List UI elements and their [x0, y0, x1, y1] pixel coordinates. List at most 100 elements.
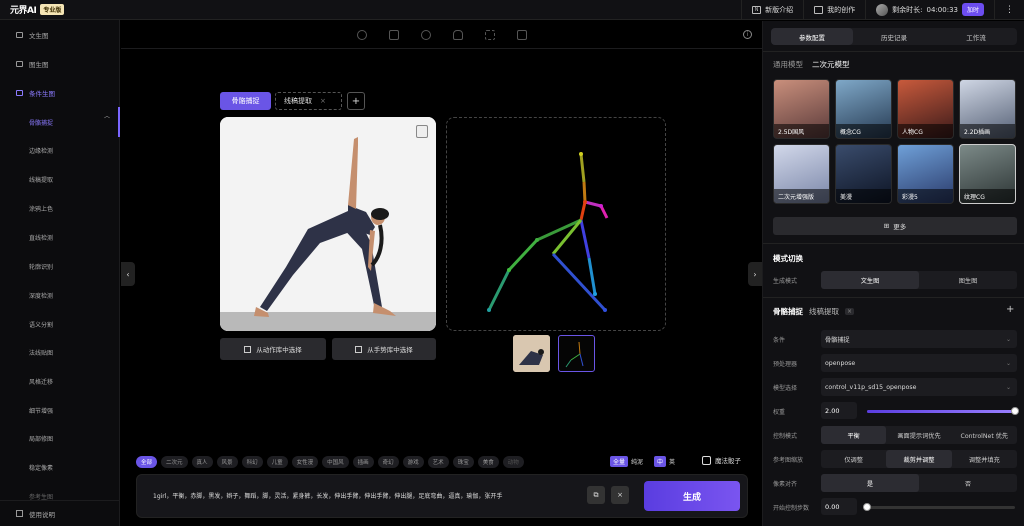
prompt-input[interactable]: 1girl，平衡，赤脚，黑发，辫子，舞蹈，脚，灵活，紧身裤，长发，伸出手臂，伸出… [153, 491, 573, 500]
select-gesture-lib-button[interactable]: 从手势库中选择 [332, 338, 436, 360]
tag-chip[interactable]: 游戏 [402, 456, 424, 468]
sidebar-sub-style[interactable]: 风格迁移 [29, 377, 53, 386]
tab-params[interactable]: 参数配置 [771, 28, 853, 45]
more-menu-icon[interactable]: ⋮ [994, 0, 1024, 20]
tag-chip[interactable]: 中国风 [322, 456, 349, 468]
generate-button[interactable]: 生成 [644, 481, 740, 511]
sidebar-sub-inpaint[interactable]: 局部修图 [29, 434, 53, 443]
thumbnail-skeleton[interactable] [558, 335, 595, 372]
logo[interactable]: 元界AI 专业版 [10, 0, 65, 20]
export-icon[interactable] [516, 29, 527, 40]
tag-chip[interactable]: 风景 [216, 456, 238, 468]
resize-crop[interactable]: 裁剪并调整 [886, 450, 952, 468]
sidebar-item-img2img[interactable]: 图生图 [0, 54, 120, 74]
sidebar-sub-detail[interactable]: 细节增强 [29, 406, 53, 415]
tag-chip[interactable]: 插画 [352, 456, 374, 468]
sidebar-sub-edge[interactable]: 边缘检测 [29, 146, 53, 155]
hand-icon[interactable] [452, 29, 463, 40]
thumbnail-photo[interactable] [513, 335, 550, 372]
sidebar-item-txt2img[interactable]: 文生图 [0, 25, 120, 45]
collapse-right-button[interactable]: › [748, 262, 762, 286]
model-card[interactable]: 2.5D国风 [773, 79, 830, 139]
tag-chip[interactable]: 美食 [477, 456, 499, 468]
sidebar-sub-normal[interactable]: 法线贴图 [29, 348, 53, 357]
magic-dice-button[interactable]: 魔法骰子 [702, 455, 741, 465]
add-tab-button[interactable]: + [347, 92, 365, 110]
tab-pose[interactable]: 骨骼捕捉 [220, 92, 271, 110]
tag-chip[interactable]: 真人 [191, 456, 213, 468]
my-works-button[interactable]: 我的创作 [803, 0, 865, 20]
sidebar-sub-lineart[interactable]: 线稿提取 [29, 175, 53, 184]
fullscreen-icon[interactable] [484, 29, 495, 40]
en-toggle[interactable]: 英 [669, 457, 675, 466]
model-select[interactable]: control_v11p_sd15_openpose ⌄ [821, 378, 1017, 396]
weight-input[interactable]: 2.00 [821, 402, 857, 419]
trash-icon[interactable] [416, 125, 428, 138]
mode-img2img[interactable]: 图生图 [919, 271, 1017, 289]
sidebar-sub-scribble[interactable]: 涂鸦上色 [29, 204, 53, 213]
model-card[interactable]: 概念CG [835, 79, 892, 139]
sidebar-sub-pixel[interactable]: 稳定像素 [29, 463, 53, 472]
cn-tab-pose[interactable]: 骨骼捕捉 [773, 306, 803, 317]
zh-toggle[interactable]: 中 [654, 456, 667, 467]
cn-tab-lineart[interactable]: 线稿提取 [809, 306, 839, 317]
cloud-icon[interactable] [356, 29, 367, 40]
sidebar-sub-mlsd[interactable]: 直线检测 [29, 233, 53, 242]
tab-history[interactable]: 历史记录 [853, 28, 935, 45]
clear-icon[interactable]: × [611, 486, 629, 504]
copy-icon[interactable]: ⧉ [587, 486, 605, 504]
start-step-slider[interactable] [863, 503, 1015, 511]
model-card[interactable]: 美漫 [835, 144, 892, 204]
sidebar-item-condition[interactable]: 条件生图 [0, 83, 120, 103]
intro-button[interactable]: N 新版介绍 [741, 0, 803, 20]
tag-chip[interactable]: 全部 [136, 456, 158, 468]
model-card[interactable]: 纹理CG [959, 144, 1016, 204]
preprocessor-select[interactable]: openpose ⌄ [821, 354, 1017, 372]
model-card[interactable]: 2.2D插画 [959, 79, 1016, 139]
tag-chip[interactable]: 动物 [502, 456, 524, 468]
category-anime[interactable]: 二次元模型 [812, 59, 850, 70]
tab-workflow[interactable]: 工作流 [935, 28, 1017, 45]
pixel-no[interactable]: 否 [919, 474, 1017, 492]
mode-txt2img[interactable]: 文生图 [821, 271, 919, 289]
tag-chip[interactable]: 科幻 [241, 456, 263, 468]
slider-handle[interactable] [863, 503, 871, 511]
recharge-button[interactable]: 加时 [961, 3, 984, 16]
pure-toggle[interactable]: 纯泥 [631, 457, 643, 466]
image-edit-icon[interactable] [388, 29, 399, 40]
model-card[interactable]: 二次元增强版 [773, 144, 830, 204]
reference-photo[interactable] [220, 117, 436, 331]
model-card[interactable]: 彩漫5 [897, 144, 954, 204]
chevron-up-icon[interactable]: ︿ [104, 111, 110, 120]
control-mode-balanced[interactable]: 平衡 [821, 426, 887, 444]
face-icon[interactable] [420, 29, 431, 40]
close-icon[interactable]: × [320, 97, 326, 105]
select-action-lib-button[interactable]: 从动作库中选择 [220, 338, 326, 360]
full-toggle[interactable]: 全量 [610, 456, 629, 467]
category-general[interactable]: 通用模型 [773, 59, 803, 70]
control-mode-controlnet[interactable]: ControlNet 优先 [952, 426, 1017, 444]
tag-chip[interactable]: 二次元 [161, 456, 188, 468]
slider-handle[interactable] [1011, 407, 1019, 415]
sidebar-sub-pose[interactable]: 骨骼捕捉 [29, 118, 53, 127]
control-mode-prompt[interactable]: 画面提示词优先 [886, 426, 951, 444]
model-card[interactable]: 人物CG [897, 79, 954, 139]
tag-chip[interactable]: 珠宝 [452, 456, 474, 468]
resize-fill[interactable]: 调整并填充 [952, 450, 1017, 468]
more-models-button[interactable]: ⊞ 更多 [773, 217, 1017, 235]
add-controlnet-icon[interactable]: + [1006, 304, 1014, 315]
start-step-input[interactable]: 0.00 [821, 498, 857, 515]
tag-chip[interactable]: 女性漫 [291, 456, 319, 468]
sidebar-sub-depth[interactable]: 深度检测 [29, 291, 53, 300]
pixel-yes[interactable]: 是 [821, 474, 919, 492]
sidebar-sub-seg[interactable]: 语义分割 [29, 320, 53, 329]
tab-lineart[interactable]: 线稿提取 × [275, 92, 342, 110]
tag-chip[interactable]: 艺术 [427, 456, 449, 468]
collapse-left-button[interactable]: ‹ [121, 262, 135, 286]
info-icon[interactable]: i [743, 30, 752, 39]
avatar[interactable] [876, 3, 889, 16]
help-link[interactable]: 使用说明 [0, 500, 120, 526]
tag-chip[interactable]: 儿童 [266, 456, 288, 468]
condition-select[interactable]: 骨骼捕捉 ⌄ [821, 330, 1017, 348]
tag-chip[interactable]: 奇幻 [377, 456, 399, 468]
